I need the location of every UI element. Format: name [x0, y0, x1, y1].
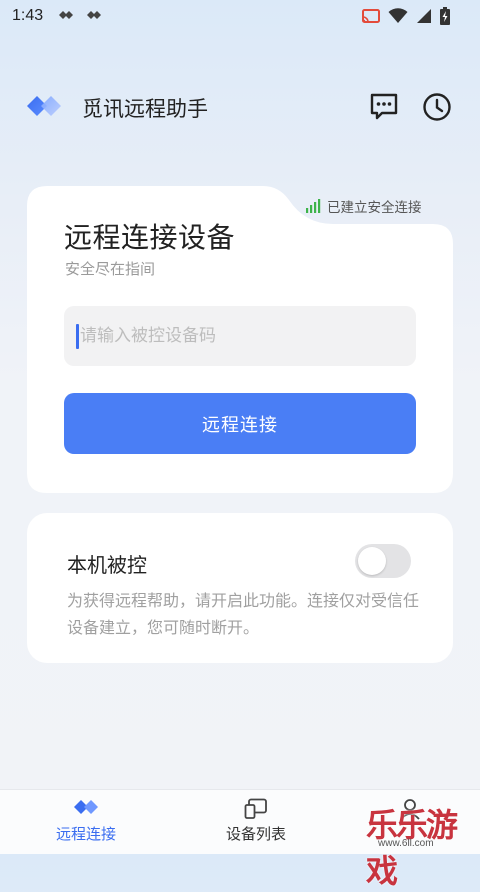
watermark-url: www.6ll.com [378, 838, 434, 849]
status-bar: 1:43 [0, 0, 480, 34]
secure-status-label: 已建立安全连接 [327, 200, 422, 216]
status-right-icons [362, 7, 450, 25]
secure-connection-status: 已建立安全连接 [305, 196, 422, 216]
text-cursor [76, 324, 79, 349]
status-time: 1:43 [12, 7, 44, 24]
remote-connect-card: 已建立安全连接 远程连接设备 安全尽在指间 远程连接 [27, 186, 453, 493]
devices-icon [244, 798, 267, 819]
nav-diamond-icon [59, 11, 73, 19]
history-clock-icon [423, 93, 451, 121]
wifi-icon [388, 8, 408, 23]
app-title: 觅讯远程助手 [82, 97, 208, 121]
nav-diamond-icon [87, 11, 101, 19]
app-bar: 觅讯远程助手 [0, 84, 480, 128]
nav-tab-remote-connect[interactable]: 远程连接 [26, 790, 146, 854]
history-button[interactable] [420, 90, 454, 124]
signal-bars-icon [306, 199, 321, 213]
nav-tab-device-list[interactable]: 设备列表 [196, 790, 316, 854]
battery-charging-icon [440, 7, 450, 25]
controlled-card: 本机被控 为获得远程帮助，请开启此功能。连接仅对受信任设备建立，您可随时断开。 [27, 513, 453, 663]
controlled-title: 本机被控 [67, 553, 147, 577]
nav-label: 远程连接 [55, 825, 116, 843]
app-logo-icon [27, 96, 61, 116]
cast-icon [362, 9, 380, 23]
signal-icon [417, 9, 431, 23]
nav-label: 设备列表 [225, 825, 286, 843]
controlled-description: 为获得远程帮助，请开启此功能。连接仅对受信任设备建立，您可随时断开。 [67, 591, 420, 637]
card-title: 远程连接设备 [64, 221, 236, 254]
chat-icon [370, 93, 398, 120]
device-code-input[interactable] [64, 306, 416, 366]
site-watermark: 乐乐游戏 www.6ll.com [366, 800, 480, 890]
toggle-knob [358, 547, 386, 575]
card-subtitle: 安全尽在指间 [65, 260, 156, 278]
controlled-toggle[interactable] [355, 544, 411, 578]
chat-button[interactable] [368, 90, 400, 122]
status-left-icons [58, 8, 102, 22]
remote-connect-button[interactable]: 远程连接 [64, 393, 416, 454]
double-diamond-icon [74, 800, 98, 814]
